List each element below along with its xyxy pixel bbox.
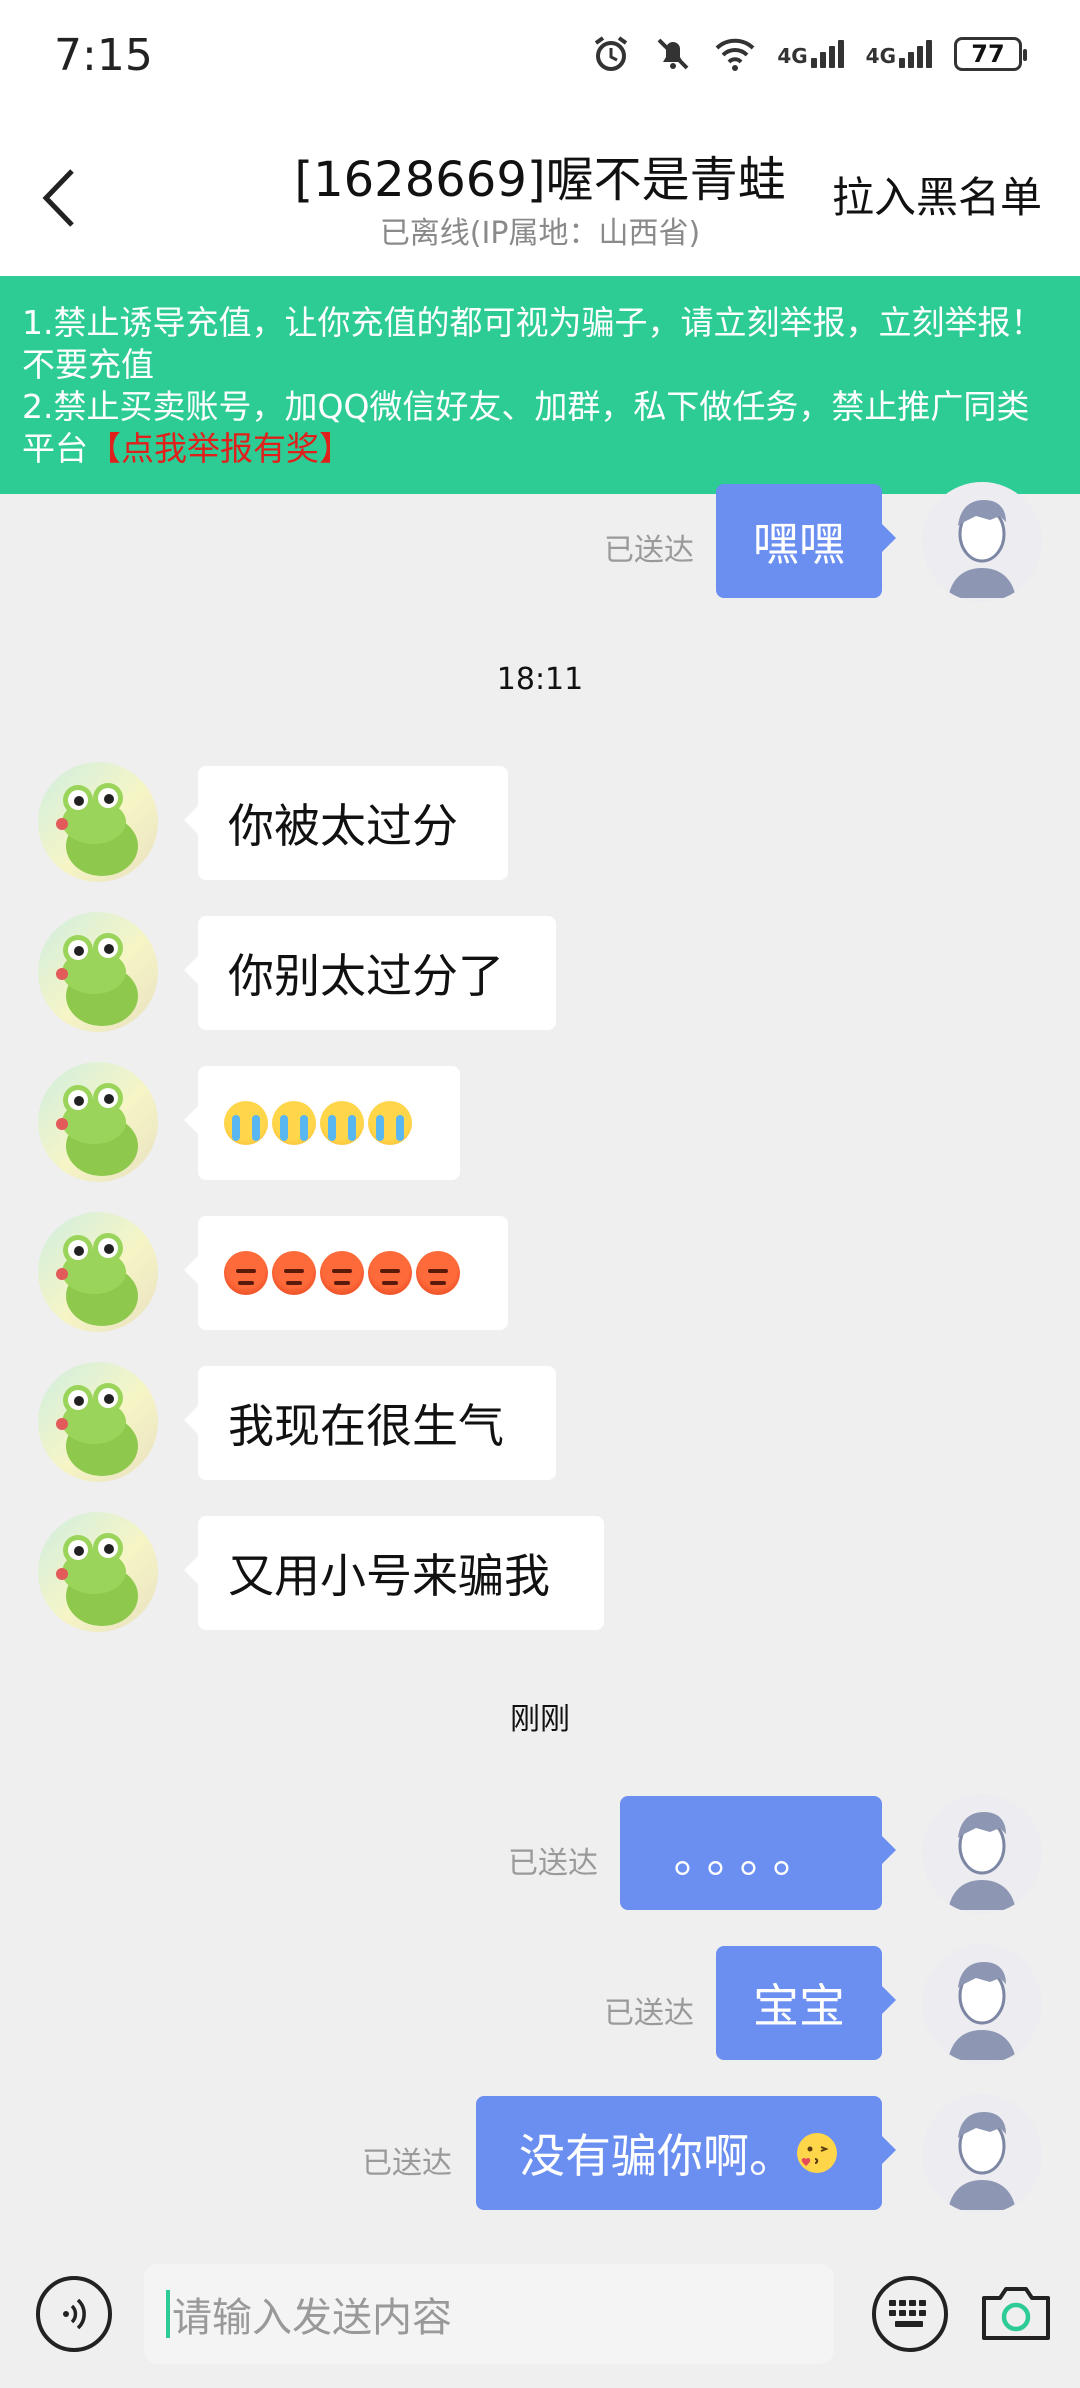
report-link[interactable]: 【点我举报有奖】 (88, 429, 352, 468)
message-bubble-sent[interactable]: 嘿嘿 (716, 484, 896, 598)
status-icons: 4G 4G 77 (591, 34, 1027, 74)
voice-icon (63, 2298, 86, 2330)
my-avatar[interactable] (922, 2094, 1042, 2214)
user-silhouette-icon (922, 1794, 1042, 1914)
battery-level: 77 (971, 40, 1005, 68)
message-input[interactable]: 请输入发送内容 (144, 2264, 834, 2364)
notice-banner: 1.禁止诱导充值，让你充值的都可视为骗子，请立刻举报，立刻举报！不要充值 2.禁… (0, 276, 1080, 494)
chat-timestamp: 刚刚 (510, 1702, 570, 1737)
voice-button[interactable] (36, 2276, 112, 2352)
frog-avatar-icon (56, 1083, 138, 1176)
crying-face-icon (272, 1101, 316, 1145)
user-silhouette-icon (922, 2094, 1042, 2214)
message-bubble-sent[interactable]: 。。。。 (620, 1796, 896, 1910)
blacklist-button[interactable]: 拉入黑名单 (832, 164, 1042, 225)
angry-face-icon (416, 1251, 460, 1295)
signal-1: 4G (777, 40, 844, 68)
notice-line-1: 1.禁止诱导充值，让你充值的都可视为骗子，请立刻举报，立刻举报！不要充值 (22, 303, 1044, 384)
crying-face-icon (368, 1101, 412, 1145)
keyboard-button[interactable] (872, 2276, 948, 2352)
message-bubble-received[interactable]: 你被太过分 (184, 766, 508, 880)
contact-avatar[interactable] (38, 1062, 158, 1182)
signal-2: 4G (866, 40, 932, 68)
my-avatar[interactable] (922, 1794, 1042, 1914)
network-type-label: 4G (777, 44, 808, 68)
message-bubble-received[interactable]: 又用小号来骗我 (184, 1516, 604, 1630)
text-caret (166, 2290, 170, 2338)
delivered-status: 已送达 (362, 2146, 452, 2181)
frog-avatar-icon (56, 1533, 138, 1626)
wifi-icon (715, 38, 755, 71)
user-silhouette-icon (922, 482, 1042, 602)
delivered-status: 已送达 (604, 1996, 694, 2031)
camera-icon (982, 2287, 1050, 2340)
mute-bell-icon (657, 38, 689, 70)
angry-face-icon (368, 1251, 412, 1295)
chat-header: [1628669]喔不是青蛙 已离线(IP属地：山西省) 拉入黑名单 (0, 116, 1080, 276)
input-placeholder: 请输入发送内容 (172, 2295, 452, 2341)
frog-avatar-icon (56, 1233, 138, 1326)
frog-avatar-icon (56, 933, 138, 1026)
contact-avatar[interactable] (38, 1512, 158, 1632)
message-bubble-received[interactable] (184, 1066, 460, 1180)
message-bubble-sent[interactable]: 宝宝 (716, 1946, 896, 2060)
user-silhouette-icon (922, 1944, 1042, 2064)
input-bar: 请输入发送内容 (0, 2242, 1080, 2388)
kiss-face-icon (797, 2133, 837, 2173)
delivered-status: 已送达 (508, 1846, 598, 1881)
angry-face-icon (320, 1251, 364, 1295)
my-avatar[interactable] (922, 1944, 1042, 2064)
alarm-icon (595, 36, 628, 71)
message-text: 没有骗你啊。 (519, 2129, 795, 2183)
message-bubble-sent[interactable]: 没有骗你啊。 (476, 2096, 896, 2210)
keyboard-icon (889, 2300, 926, 2327)
chat-timestamp: 18:11 (496, 662, 584, 697)
network-type-label: 4G (865, 44, 896, 68)
frog-avatar-icon (56, 783, 138, 876)
contact-avatar[interactable] (38, 912, 158, 1032)
message-bubble-received[interactable] (184, 1216, 508, 1330)
crying-face-icon (320, 1101, 364, 1145)
angry-face-icon (272, 1251, 316, 1295)
my-avatar[interactable] (922, 482, 1042, 602)
contact-avatar[interactable] (38, 762, 158, 882)
frog-avatar-icon (56, 1383, 138, 1476)
status-bar: 7:15 4G 4G 77 (0, 0, 1080, 116)
delivered-status: 已送达 (604, 533, 694, 568)
signal-bars-icon (899, 40, 932, 68)
contact-avatar[interactable] (38, 1362, 158, 1482)
angry-face-icon (224, 1251, 268, 1295)
battery-icon: 77 (954, 37, 1027, 71)
camera-button[interactable] (976, 2276, 1056, 2352)
status-time: 7:15 (54, 30, 153, 81)
message-bubble-received[interactable]: 你别太过分了 (184, 916, 556, 1030)
message-bubble-received[interactable]: 我现在很生气 (184, 1366, 556, 1480)
notice-line-2: 2.禁止买卖账号，加QQ微信好友、加群，私下做任务，禁止推广同类平台【点我举报有… (22, 386, 1058, 470)
contact-avatar[interactable] (38, 1212, 158, 1332)
crying-face-icon (224, 1101, 268, 1145)
signal-bars-icon (810, 40, 844, 68)
